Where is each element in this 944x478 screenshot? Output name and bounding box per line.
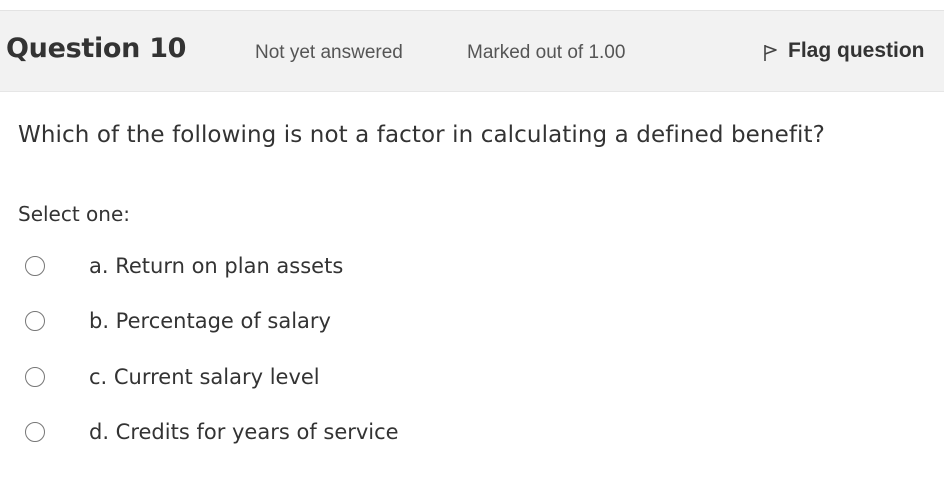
select-one-prompt: Select one: bbox=[18, 202, 131, 226]
radio-button[interactable] bbox=[25, 311, 45, 331]
question-info-header: Question 10 Not yet answered Marked out … bbox=[0, 10, 944, 92]
answer-option-label: d. Credits for years of service bbox=[89, 420, 399, 444]
answer-option-label: a. Return on plan assets bbox=[89, 254, 344, 278]
question-number: Question 10 bbox=[6, 33, 187, 64]
answer-option-b[interactable]: b. Percentage of salary bbox=[25, 306, 331, 336]
radio-button[interactable] bbox=[25, 422, 45, 442]
radio-button[interactable] bbox=[25, 367, 45, 387]
flag-question-link[interactable]: Flag question bbox=[762, 39, 925, 63]
flag-question-label: Flag question bbox=[788, 39, 925, 62]
question-status: Not yet answered bbox=[255, 42, 403, 63]
answer-option-label: c. Current salary level bbox=[89, 365, 320, 389]
question-text: Which of the following is not a factor i… bbox=[18, 122, 825, 148]
flag-icon bbox=[764, 45, 777, 61]
answer-option-d[interactable]: d. Credits for years of service bbox=[25, 417, 399, 447]
answer-option-c[interactable]: c. Current salary level bbox=[25, 362, 320, 392]
question-marks: Marked out of 1.00 bbox=[467, 42, 626, 63]
answer-option-label: b. Percentage of salary bbox=[89, 309, 331, 333]
radio-button[interactable] bbox=[25, 256, 45, 276]
answer-option-a[interactable]: a. Return on plan assets bbox=[25, 251, 343, 281]
